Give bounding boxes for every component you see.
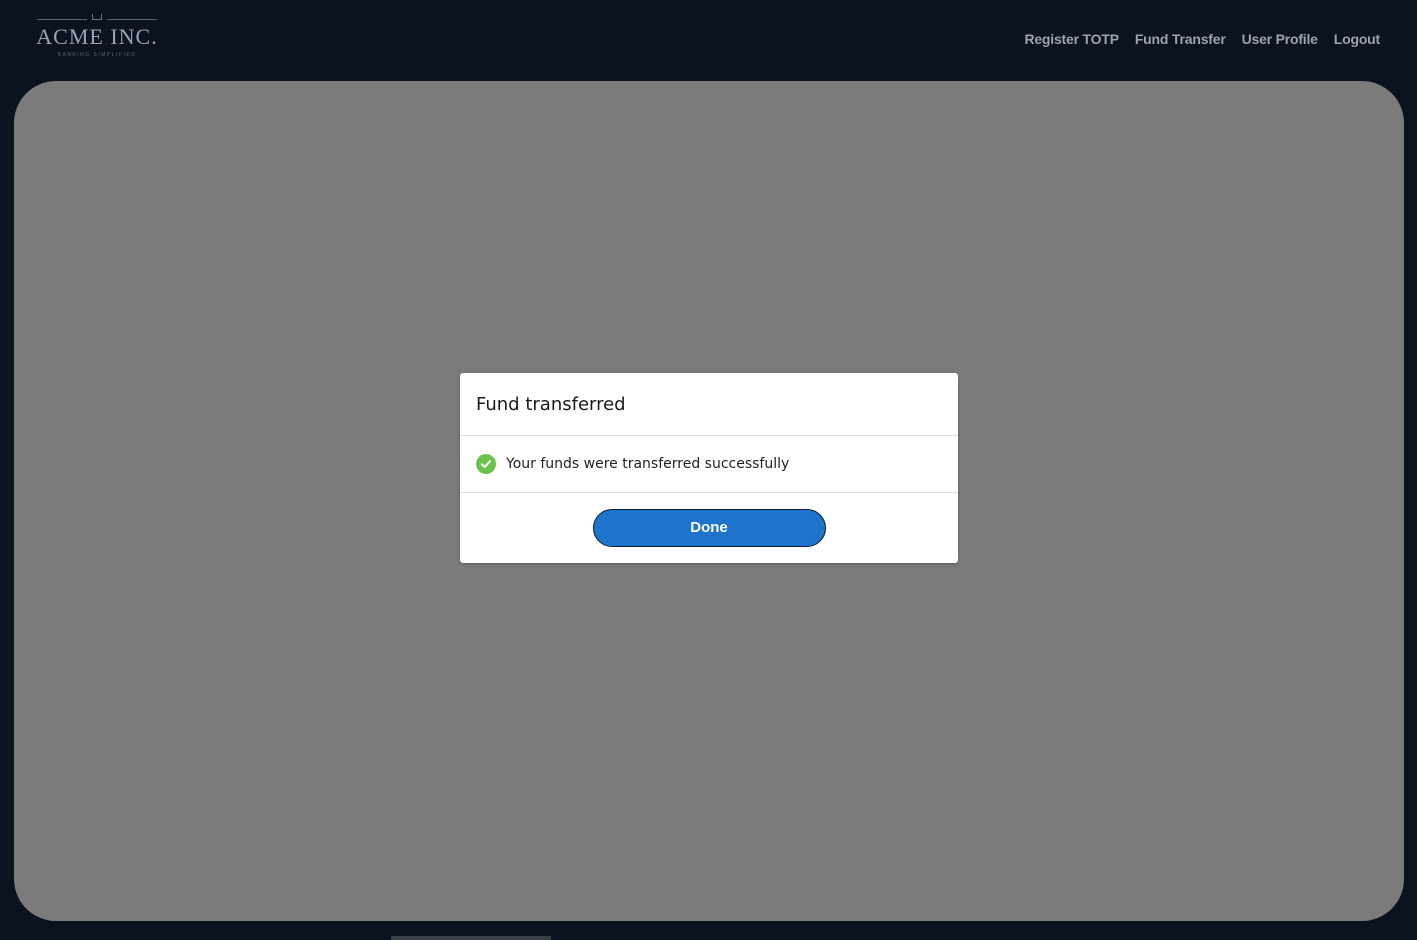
crown-icon xyxy=(92,14,102,20)
logo-rule-left xyxy=(37,19,87,20)
dialog-footer: Done xyxy=(460,493,958,562)
acme-logo[interactable]: ACME INC. BANKING SIMPLIFIED xyxy=(35,13,159,63)
logo-title: ACME INC. xyxy=(36,24,158,49)
nav-register-totp[interactable]: Register TOTP xyxy=(1024,31,1119,47)
dialog-body: Your funds were transferred successfully xyxy=(460,436,958,493)
top-navbar: ACME INC. BANKING SIMPLIFIED Register TO… xyxy=(0,0,1417,81)
fund-transferred-dialog: Fund transferred Your funds were transfe… xyxy=(460,373,958,563)
nav-user-profile[interactable]: User Profile xyxy=(1242,31,1318,47)
main-nav: Register TOTP Fund Transfer User Profile… xyxy=(1024,31,1380,47)
bottom-strip xyxy=(0,921,1417,940)
check-circle-icon xyxy=(476,454,496,474)
nav-fund-transfer[interactable]: Fund Transfer xyxy=(1135,31,1226,47)
nav-logout[interactable]: Logout xyxy=(1334,31,1380,47)
bottom-scroll-indicator xyxy=(391,936,551,940)
dialog-header: Fund transferred xyxy=(460,373,958,436)
dialog-message: Your funds were transferred successfully xyxy=(506,456,790,472)
logo-rule-right xyxy=(107,19,157,20)
logo-tagline: BANKING SIMPLIFIED xyxy=(57,52,137,58)
dialog-title: Fund transferred xyxy=(476,394,626,415)
done-button[interactable]: Done xyxy=(592,508,826,547)
